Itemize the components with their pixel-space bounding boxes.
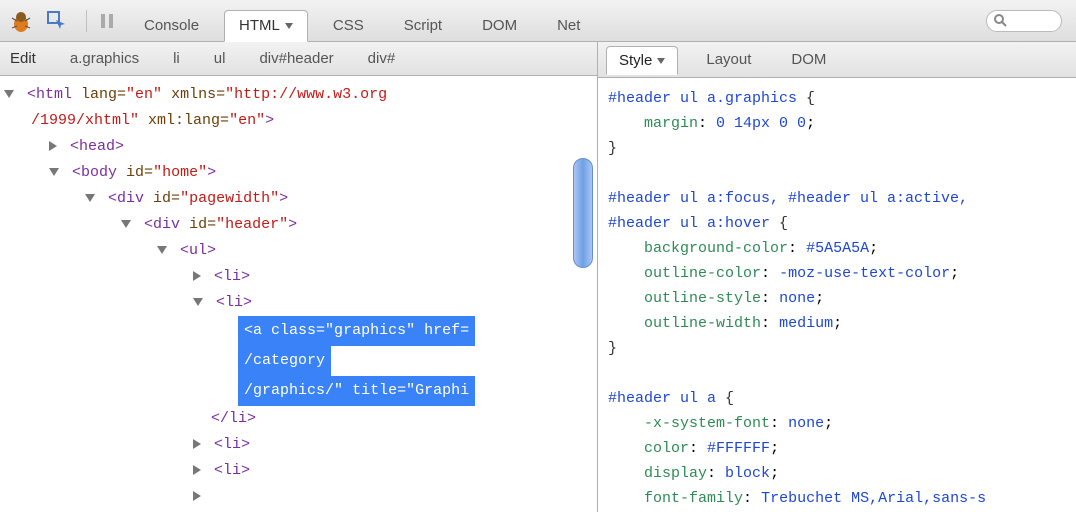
side-tabs: Style Layout DOM bbox=[598, 42, 1076, 78]
scrollbar[interactable] bbox=[573, 158, 593, 268]
breadcrumb: Edit a.graphics li ul div#header div# bbox=[0, 42, 597, 76]
search-field[interactable] bbox=[986, 10, 1062, 32]
twisty-icon[interactable] bbox=[49, 141, 57, 151]
selected-node[interactable]: <a class="graphics" href= bbox=[238, 316, 475, 346]
side-panel: Style Layout DOM #header ul a.graphics {… bbox=[598, 42, 1076, 512]
tab-dom-side[interactable]: DOM bbox=[779, 46, 838, 73]
chevron-down-icon bbox=[285, 23, 293, 29]
firebug-icon[interactable] bbox=[6, 6, 36, 36]
twisty-icon[interactable] bbox=[193, 439, 201, 449]
main-tabs: Console HTML CSS Script DOM Net bbox=[129, 0, 595, 41]
selected-node[interactable]: /graphics/" title="Graphi bbox=[238, 376, 475, 406]
selected-node[interactable]: /category bbox=[238, 346, 331, 376]
twisty-icon[interactable] bbox=[193, 465, 201, 475]
twisty-icon[interactable] bbox=[193, 491, 201, 501]
css-rules[interactable]: #header ul a.graphics { margin: 0 14px 0… bbox=[598, 78, 1076, 512]
tab-html-label: HTML bbox=[239, 17, 280, 34]
breadcrumb-item[interactable]: ul bbox=[214, 50, 226, 67]
tab-script[interactable]: Script bbox=[389, 10, 457, 41]
twisty-icon[interactable] bbox=[193, 271, 201, 281]
tab-net[interactable]: Net bbox=[542, 10, 595, 41]
twisty-icon[interactable] bbox=[121, 220, 131, 228]
search-icon bbox=[993, 13, 1007, 30]
twisty-icon[interactable] bbox=[4, 90, 14, 98]
tab-html[interactable]: HTML bbox=[224, 10, 308, 42]
twisty-icon[interactable] bbox=[49, 168, 59, 176]
breadcrumb-item[interactable]: a.graphics bbox=[70, 50, 139, 67]
inspect-icon[interactable] bbox=[42, 6, 72, 36]
tab-style-label: Style bbox=[619, 52, 652, 69]
twisty-icon[interactable] bbox=[85, 194, 95, 202]
main-toolbar: Console HTML CSS Script DOM Net bbox=[0, 0, 1076, 42]
tab-style[interactable]: Style bbox=[606, 46, 678, 75]
tab-console[interactable]: Console bbox=[129, 10, 214, 41]
edit-button[interactable]: Edit bbox=[10, 50, 36, 67]
breadcrumb-item[interactable]: div#header bbox=[259, 50, 333, 67]
html-panel: Edit a.graphics li ul div#header div# <h… bbox=[0, 42, 598, 512]
chevron-down-icon bbox=[657, 58, 665, 64]
tab-css[interactable]: CSS bbox=[318, 10, 379, 41]
twisty-icon[interactable] bbox=[193, 298, 203, 306]
pause-icon[interactable] bbox=[95, 9, 119, 33]
tab-layout[interactable]: Layout bbox=[694, 46, 763, 73]
toolbar-divider bbox=[86, 10, 87, 32]
breadcrumb-item[interactable]: div# bbox=[368, 50, 396, 67]
dom-tree[interactable]: <html lang="en" xmlns="http://www.w3.org… bbox=[0, 76, 597, 512]
breadcrumb-item[interactable]: li bbox=[173, 50, 180, 67]
twisty-icon[interactable] bbox=[157, 246, 167, 254]
tab-dom[interactable]: DOM bbox=[467, 10, 532, 41]
